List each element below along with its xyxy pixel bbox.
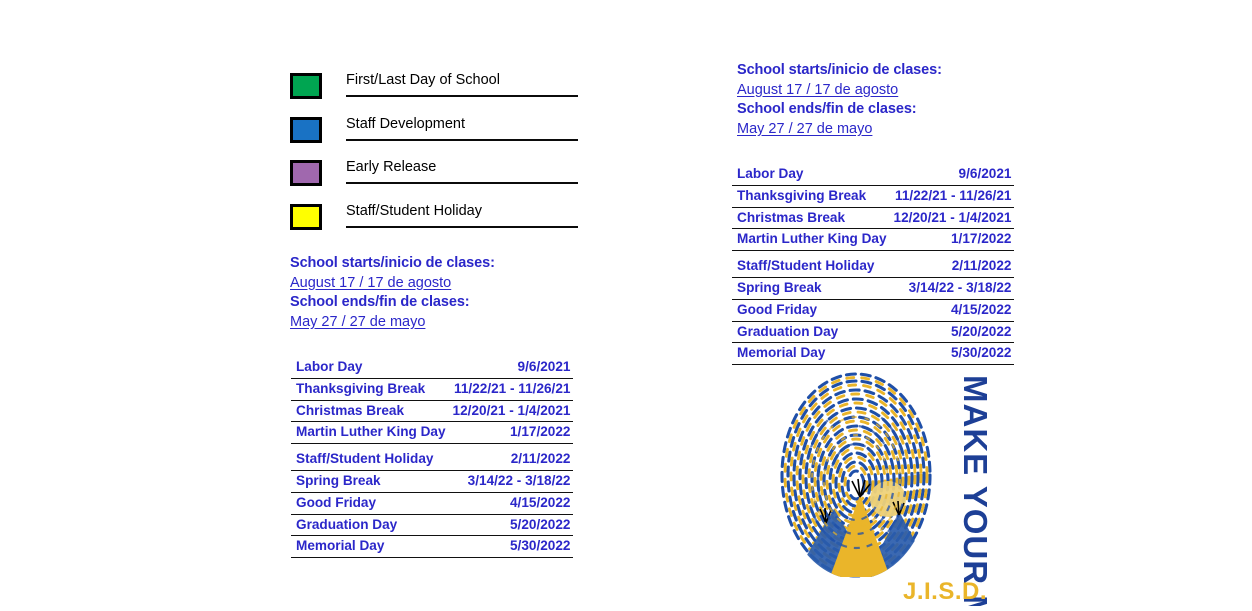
holiday-name: Good Friday — [732, 299, 889, 322]
logo-tagline: MAKE YOUR MARK — [957, 375, 994, 606]
legend-item: First/Last Day of School — [288, 68, 578, 112]
holiday-name: Graduation Day — [291, 514, 448, 537]
legend-item-label: Early Release — [346, 155, 578, 184]
holiday-name: Thanksgiving Break — [291, 378, 448, 401]
table-row: Graduation Day 5/20/2022 — [291, 514, 574, 537]
holiday-date: 5/30/2022 — [888, 342, 1015, 366]
holiday-name: Thanksgiving Break — [732, 185, 889, 208]
fingerprint-icon: MAKE YOUR MARK J.I.S.D. — [780, 372, 994, 606]
table-row: Thanksgiving Break 11/22/21 - 11/26/21 — [291, 378, 574, 401]
holiday-date: 11/22/21 - 11/26/21 — [447, 378, 574, 401]
table-row: Memorial Day 5/30/2022 — [732, 342, 1015, 366]
school-starts-label: School starts/inicio de clases: — [290, 255, 495, 271]
school-starts-value: August 17 / 17 de agosto — [737, 81, 899, 98]
table-row: Labor Day 9/6/2021 — [732, 164, 1015, 186]
legend-item: Early Release — [288, 155, 578, 199]
holiday-name: Staff/Student Holiday — [732, 256, 889, 278]
table-row: Staff/Student Holiday 2/11/2022 — [732, 256, 1015, 278]
holiday-date: 11/22/21 - 11/26/21 — [888, 185, 1015, 208]
holiday-name: Spring Break — [291, 470, 448, 493]
table-row: Graduation Day 5/20/2022 — [732, 321, 1015, 344]
holiday-name: Christmas Break — [732, 207, 889, 230]
school-ends-label: School ends/fin de clases: — [290, 294, 470, 311]
holiday-date: 5/20/2022 — [447, 514, 574, 537]
school-dates-block-left: School starts/inicio de clases: August 1… — [290, 254, 590, 332]
table-row: Memorial Day 5/30/2022 — [291, 535, 574, 559]
school-dates-block-right: School starts/inicio de clases: August 1… — [737, 61, 1037, 139]
table-row: Thanksgiving Break 11/22/21 - 11/26/21 — [732, 185, 1015, 208]
holiday-date: 3/14/22 - 3/18/22 — [447, 470, 574, 493]
table-row: Christmas Break 12/20/21 - 1/4/2021 — [291, 400, 574, 423]
holiday-name: Staff/Student Holiday — [291, 449, 448, 471]
holiday-date: 1/17/2022 — [888, 228, 1015, 252]
holiday-date: 5/30/2022 — [447, 535, 574, 559]
holiday-name: Graduation Day — [732, 321, 889, 344]
holiday-name: Christmas Break — [291, 400, 448, 423]
school-ends-value: May 27 / 27 de mayo — [737, 120, 873, 137]
table-row: Martin Luther King Day 1/17/2022 — [291, 421, 574, 445]
holiday-table-right: Labor Day 9/6/2021 Thanksgiving Break 11… — [732, 164, 1015, 366]
green-swatch — [290, 73, 322, 99]
holiday-name: Memorial Day — [291, 535, 448, 559]
school-starts-label: School starts/inicio de clases: — [737, 62, 942, 78]
holiday-date: 2/11/2022 — [447, 449, 574, 471]
holiday-date: 5/20/2022 — [888, 321, 1015, 344]
holiday-date: 4/15/2022 — [447, 492, 574, 515]
holiday-name: Martin Luther King Day — [732, 228, 889, 252]
holiday-name: Labor Day — [291, 357, 448, 379]
holiday-name: Labor Day — [732, 164, 889, 186]
legend-item-label: Staff/Student Holiday — [346, 199, 578, 228]
holiday-name: Good Friday — [291, 492, 448, 515]
holiday-date: 12/20/21 - 1/4/2021 — [447, 400, 574, 423]
logo-district-initials: J.I.S.D. — [903, 578, 987, 605]
school-starts-value: August 17 / 17 de agosto — [290, 274, 452, 291]
table-row: Spring Break 3/14/22 - 3/18/22 — [291, 470, 574, 493]
holiday-name: Martin Luther King Day — [291, 421, 448, 445]
legend-item-label: First/Last Day of School — [346, 68, 578, 97]
table-row: Good Friday 4/15/2022 — [291, 492, 574, 515]
blue-swatch — [290, 116, 322, 143]
jisd-fingerprint-logo: MAKE YOUR MARK J.I.S.D. — [772, 363, 1004, 606]
table-row: Staff/Student Holiday 2/11/2022 — [291, 449, 574, 471]
table-row: Martin Luther King Day 1/17/2022 — [732, 228, 1015, 252]
purple-swatch — [290, 160, 322, 186]
holiday-date: 3/14/22 - 3/18/22 — [888, 277, 1015, 300]
holiday-date: 2/11/2022 — [888, 256, 1015, 278]
school-ends-label: School ends/fin de clases: — [737, 101, 917, 118]
holiday-date: 1/17/2022 — [447, 421, 574, 445]
calendar-legend: First/Last Day of School Staff Developme… — [288, 68, 578, 242]
holiday-name: Memorial Day — [732, 342, 889, 366]
table-row: Good Friday 4/15/2022 — [732, 299, 1015, 322]
legend-item: Staff Development — [288, 112, 578, 156]
holiday-name: Spring Break — [732, 277, 889, 300]
school-ends-value: May 27 / 27 de mayo — [290, 313, 426, 330]
table-row: Labor Day 9/6/2021 — [291, 357, 574, 379]
holiday-date: 12/20/21 - 1/4/2021 — [888, 207, 1015, 230]
table-row: Spring Break 3/14/22 - 3/18/22 — [732, 277, 1015, 300]
legend-item: Staff/Student Holiday — [288, 199, 578, 243]
holiday-table-left: Labor Day 9/6/2021 Thanksgiving Break 11… — [291, 357, 574, 559]
table-row: Christmas Break 12/20/21 - 1/4/2021 — [732, 207, 1015, 230]
yellow-swatch — [290, 203, 322, 230]
holiday-date: 4/15/2022 — [888, 299, 1015, 322]
holiday-date: 9/6/2021 — [888, 164, 1015, 186]
holiday-date: 9/6/2021 — [447, 357, 574, 379]
legend-item-label: Staff Development — [346, 112, 578, 141]
